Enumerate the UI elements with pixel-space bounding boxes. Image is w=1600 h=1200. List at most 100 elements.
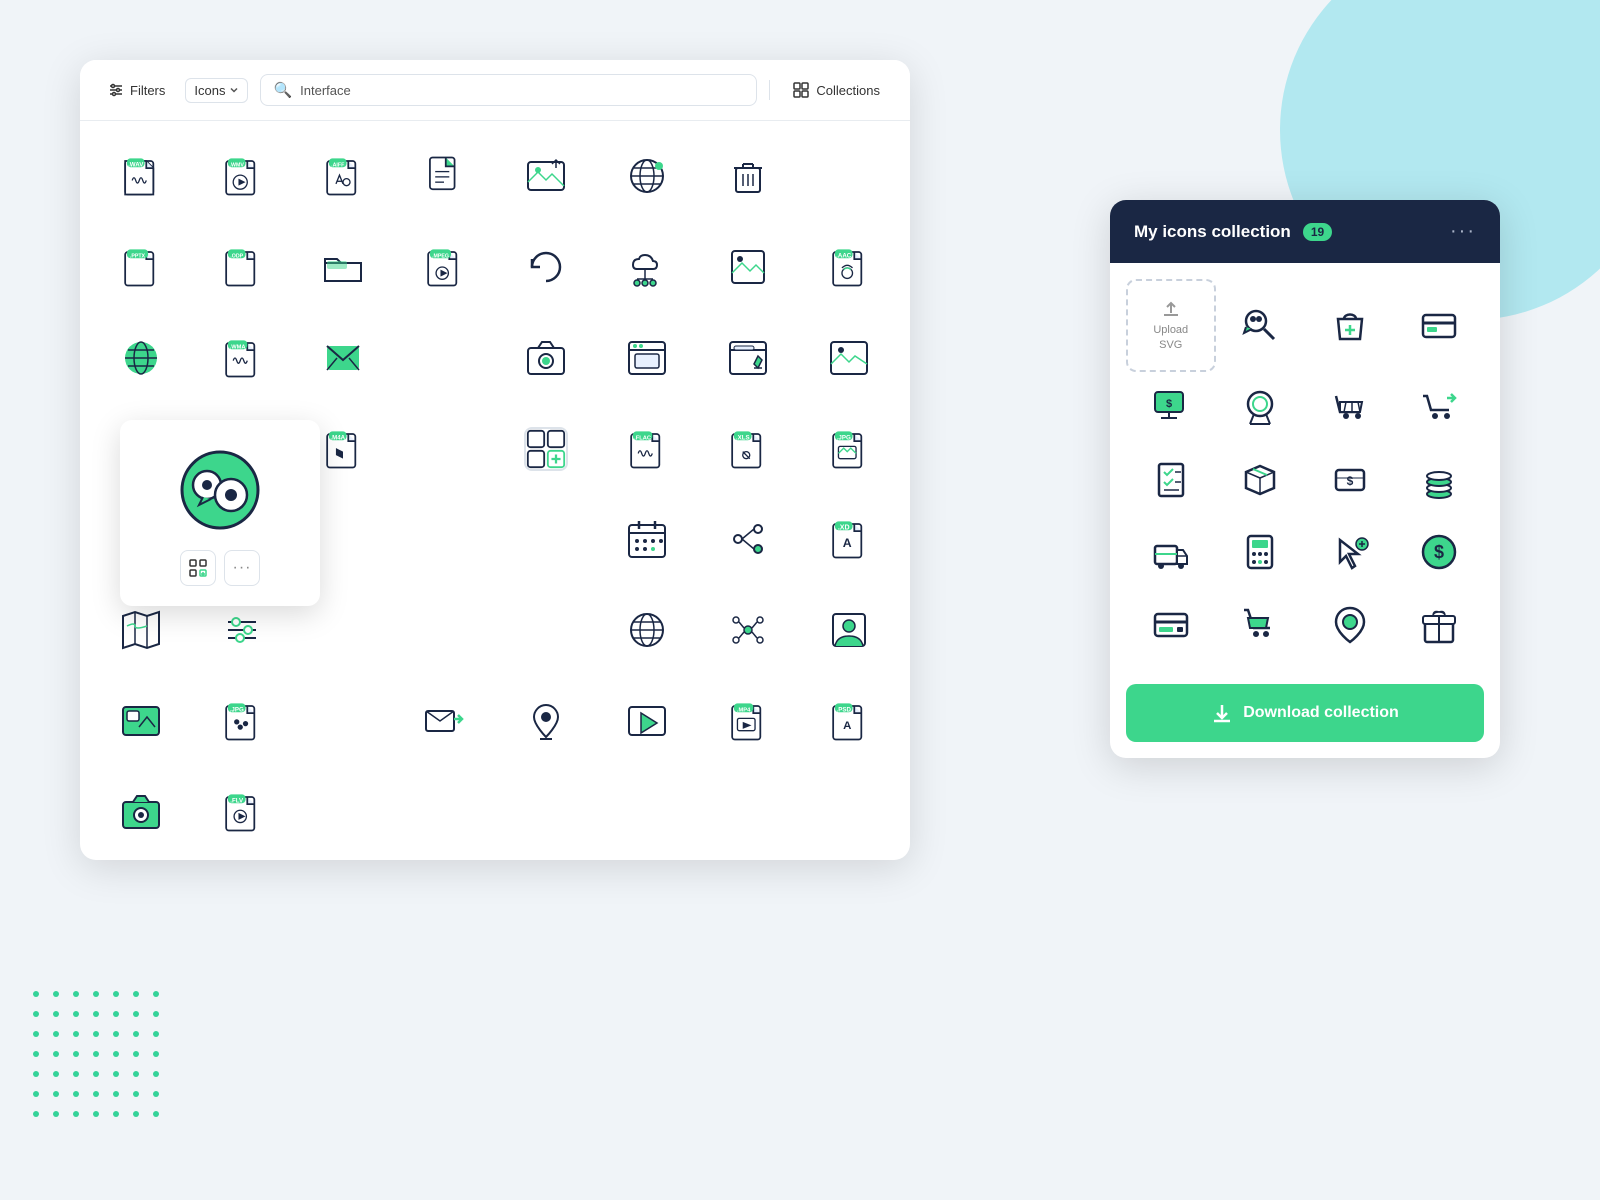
svg-text:.XD: .XD	[838, 525, 850, 532]
icon-profile[interactable]	[799, 585, 900, 676]
panel-icon-receipt[interactable]	[1126, 444, 1216, 516]
icon-globe[interactable]	[596, 131, 697, 222]
collections-label: Collections	[816, 83, 880, 98]
svg-text:$: $	[1166, 398, 1172, 410]
panel-icon-pos-display[interactable]: $	[1126, 372, 1216, 444]
popup-icon-large	[170, 440, 270, 540]
download-collection-button[interactable]: Download collection	[1126, 684, 1484, 742]
panel-icon-coins[interactable]	[1395, 444, 1485, 516]
icon-xls[interactable]: .XLS	[698, 403, 799, 494]
icons-dropdown[interactable]: Icons	[185, 78, 248, 103]
panel-icon-calculator[interactable]	[1216, 516, 1306, 588]
upload-svg-cell[interactable]: UploadSVG	[1126, 279, 1216, 372]
svg-text:.JPG: .JPG	[837, 434, 851, 441]
upload-svg-label: UploadSVG	[1153, 323, 1188, 354]
panel-title: My icons collection	[1134, 222, 1291, 242]
icon-camera[interactable]	[495, 313, 596, 404]
panel-icon-gift[interactable]	[1395, 588, 1485, 660]
panel-count: 19	[1303, 223, 1332, 241]
popup-more-btn[interactable]: ···	[224, 550, 260, 586]
icon-odp[interactable]: .ODP	[191, 222, 292, 313]
svg-text:.MP4: .MP4	[737, 707, 751, 713]
search-icon: 🔍	[273, 81, 292, 99]
icon-folder-open[interactable]	[293, 222, 394, 313]
icon-psd[interactable]: .PSD A	[799, 676, 900, 767]
icons-label: Icons	[194, 83, 225, 98]
icon-wma[interactable]: .WMA	[191, 313, 292, 404]
svg-text:A: A	[843, 536, 852, 550]
icon-mail[interactable]	[293, 313, 394, 404]
svg-text:.XLS: .XLS	[736, 434, 750, 441]
panel-icon-location[interactable]	[1305, 588, 1395, 660]
svg-text:.WAV: .WAV	[128, 162, 144, 169]
icon-photo-frame[interactable]	[698, 222, 799, 313]
panel-header: My icons collection 19 ···	[1110, 200, 1500, 263]
svg-text:.WMA: .WMA	[230, 344, 246, 350]
icon-network[interactable]	[698, 585, 799, 676]
svg-text:.PPTX: .PPTX	[129, 253, 145, 259]
svg-text:.AIFF: .AIFF	[331, 163, 345, 169]
icon-mp4[interactable]: .MP4	[698, 676, 799, 767]
panel-icon-package[interactable]	[1216, 444, 1306, 516]
panel-icon-credit-card[interactable]	[1395, 279, 1485, 372]
svg-text:A: A	[843, 720, 851, 732]
panel-icon-delivery[interactable]	[1126, 516, 1216, 588]
icon-empty-10	[293, 676, 394, 767]
icon-empty-9	[495, 585, 596, 676]
icon-mail-send[interactable]	[394, 676, 495, 767]
filters-label: Filters	[130, 83, 165, 98]
svg-text:.AAC: .AAC	[837, 252, 853, 259]
icon-location-pin-2[interactable]	[495, 676, 596, 767]
panel-icon-cart[interactable]	[1305, 372, 1395, 444]
icon-image-upload[interactable]	[495, 131, 596, 222]
icon-camera-2[interactable]	[90, 766, 191, 857]
icon-globe-2[interactable]	[90, 313, 191, 404]
icon-trash[interactable]	[698, 131, 799, 222]
collections-panel: My icons collection 19 ··· UploadSVG	[1110, 200, 1500, 758]
icon-document[interactable]	[394, 131, 495, 222]
collections-button[interactable]: Collections	[782, 77, 890, 103]
icon-mpeg[interactable]: .MPEG	[394, 222, 495, 313]
icon-video-play[interactable]	[596, 676, 697, 767]
panel-icon-credit-card-2[interactable]	[1126, 588, 1216, 660]
panel-icon-money-exchange[interactable]: $	[1305, 444, 1395, 516]
icon-empty-2	[394, 313, 495, 404]
panel-icon-shopping-bag-add[interactable]	[1305, 279, 1395, 372]
icon-empty-3	[394, 403, 495, 494]
icon-pptx[interactable]: .PPTX	[90, 222, 191, 313]
icon-xd[interactable]: .XD A	[799, 494, 900, 585]
icon-calendar[interactable]	[596, 494, 697, 585]
panel-icon-cart-check[interactable]	[1216, 588, 1306, 660]
panel-icon-search-chat[interactable]	[1216, 279, 1306, 372]
icon-flv[interactable]: .FLV	[191, 766, 292, 857]
panel-icon-cursor[interactable]	[1305, 516, 1395, 588]
icon-add-to-collection[interactable]	[495, 403, 596, 494]
panel-more-menu[interactable]: ···	[1450, 220, 1476, 243]
icon-browser-window[interactable]	[596, 313, 697, 404]
svg-text:$: $	[1434, 542, 1444, 562]
icon-refresh[interactable]	[495, 222, 596, 313]
icon-flac[interactable]: .FLAC	[596, 403, 697, 494]
icon-jpg[interactable]: .JPG	[799, 403, 900, 494]
add-to-collection-btn[interactable]	[180, 550, 216, 586]
icon-aac[interactable]: .AAC	[799, 222, 900, 313]
icon-photo-2[interactable]	[90, 676, 191, 767]
svg-text:.FLV: .FLV	[230, 797, 244, 804]
icon-wav[interactable]: .WAV	[90, 131, 191, 222]
filters-icon	[108, 82, 124, 98]
icon-jpg-2[interactable]: .JPG	[191, 676, 292, 767]
panel-icon-dollar-coin[interactable]: $	[1395, 516, 1485, 588]
icon-aiff[interactable]: .AIFF	[293, 131, 394, 222]
icon-empty-6	[495, 494, 596, 585]
icon-empty-1	[799, 131, 900, 222]
panel-icon-cart-delivery[interactable]	[1395, 372, 1485, 444]
icon-photo-edit[interactable]	[799, 313, 900, 404]
panel-icon-award[interactable]	[1216, 372, 1306, 444]
icon-connection[interactable]	[698, 494, 799, 585]
search-bar[interactable]: 🔍 Interface	[260, 74, 757, 106]
icon-cloud-network[interactable]	[596, 222, 697, 313]
icon-wmv[interactable]: .WMV	[191, 131, 292, 222]
filters-button[interactable]: Filters	[100, 78, 173, 102]
icon-browser-edit[interactable]	[698, 313, 799, 404]
icon-globe-3[interactable]	[596, 585, 697, 676]
